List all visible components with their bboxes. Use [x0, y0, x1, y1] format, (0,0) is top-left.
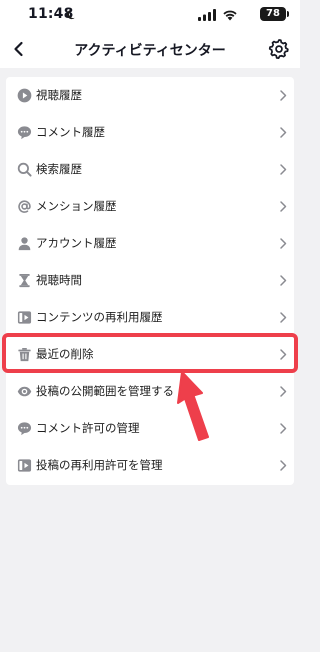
- menu-item-label: メンション履歴: [36, 199, 117, 213]
- menu-item-label: コンテンツの再利用履歴: [36, 310, 163, 324]
- chevron-right-icon: [280, 312, 287, 323]
- menu-item-watch-history[interactable]: 視聴履歴: [6, 77, 294, 114]
- menu-item-account-history[interactable]: アカウント履歴: [6, 225, 294, 262]
- play-icon: [17, 88, 32, 103]
- hourglass-icon: [19, 273, 30, 288]
- menu-item-label: 視聴時間: [36, 273, 82, 287]
- menu-item-label: 投稿の再利用許可を管理: [36, 458, 163, 472]
- video-reuse-icon: [17, 459, 32, 472]
- menu-item-post-visibility[interactable]: 投稿の公開範囲を管理する: [6, 373, 294, 410]
- chevron-right-icon: [280, 201, 287, 212]
- chevron-right-icon: [280, 238, 287, 249]
- signal-icon: [198, 9, 216, 21]
- search-icon: [17, 162, 32, 177]
- menu-item-label: 視聴履歴: [36, 88, 82, 102]
- activity-menu: 視聴履歴 コメント履歴 検索履歴 メンション履歴 アカウント履歴 視聴時間 コン…: [6, 77, 294, 485]
- chevron-right-icon: [280, 423, 287, 434]
- gear-icon[interactable]: [268, 38, 290, 60]
- video-reuse-icon: [17, 311, 32, 324]
- moon-icon: [67, 9, 75, 20]
- menu-item-comment-permissions[interactable]: コメント許可の管理: [6, 410, 294, 447]
- menu-item-watch-time[interactable]: 視聴時間: [6, 262, 294, 299]
- comment-icon: [17, 126, 32, 140]
- chevron-right-icon: [280, 164, 287, 175]
- eye-icon: [17, 386, 32, 397]
- menu-item-label: コメント許可の管理: [36, 421, 140, 435]
- chevron-right-icon: [280, 386, 287, 397]
- highlight-annotation: [2, 333, 298, 373]
- menu-item-comment-history[interactable]: コメント履歴: [6, 114, 294, 151]
- at-icon: [18, 200, 31, 213]
- menu-item-search-history[interactable]: 検索履歴: [6, 151, 294, 188]
- comment-icon: [17, 422, 32, 436]
- menu-item-content-reuse-history[interactable]: コンテンツの再利用履歴: [6, 299, 294, 336]
- chevron-right-icon: [280, 90, 287, 101]
- person-icon: [18, 237, 31, 251]
- menu-item-label: 投稿の公開範囲を管理する: [36, 384, 174, 398]
- menu-item-label: アカウント履歴: [36, 236, 117, 250]
- menu-item-label: コメント履歴: [36, 125, 105, 139]
- chevron-right-icon: [280, 127, 287, 138]
- battery-indicator: 78: [260, 7, 289, 21]
- menu-item-mention-history[interactable]: メンション履歴: [6, 188, 294, 225]
- pointer-arrow-icon: [177, 371, 209, 441]
- page-title: アクティビティセンター: [74, 43, 226, 59]
- status-bar: 11:48 78: [0, 0, 300, 30]
- chevron-right-icon: [280, 460, 287, 471]
- chevron-right-icon: [280, 275, 287, 286]
- wifi-icon: [223, 10, 237, 21]
- menu-item-label: 検索履歴: [36, 162, 82, 176]
- header: アクティビティセンター: [0, 30, 300, 68]
- menu-item-post-reuse-permissions[interactable]: 投稿の再利用許可を管理: [6, 447, 294, 484]
